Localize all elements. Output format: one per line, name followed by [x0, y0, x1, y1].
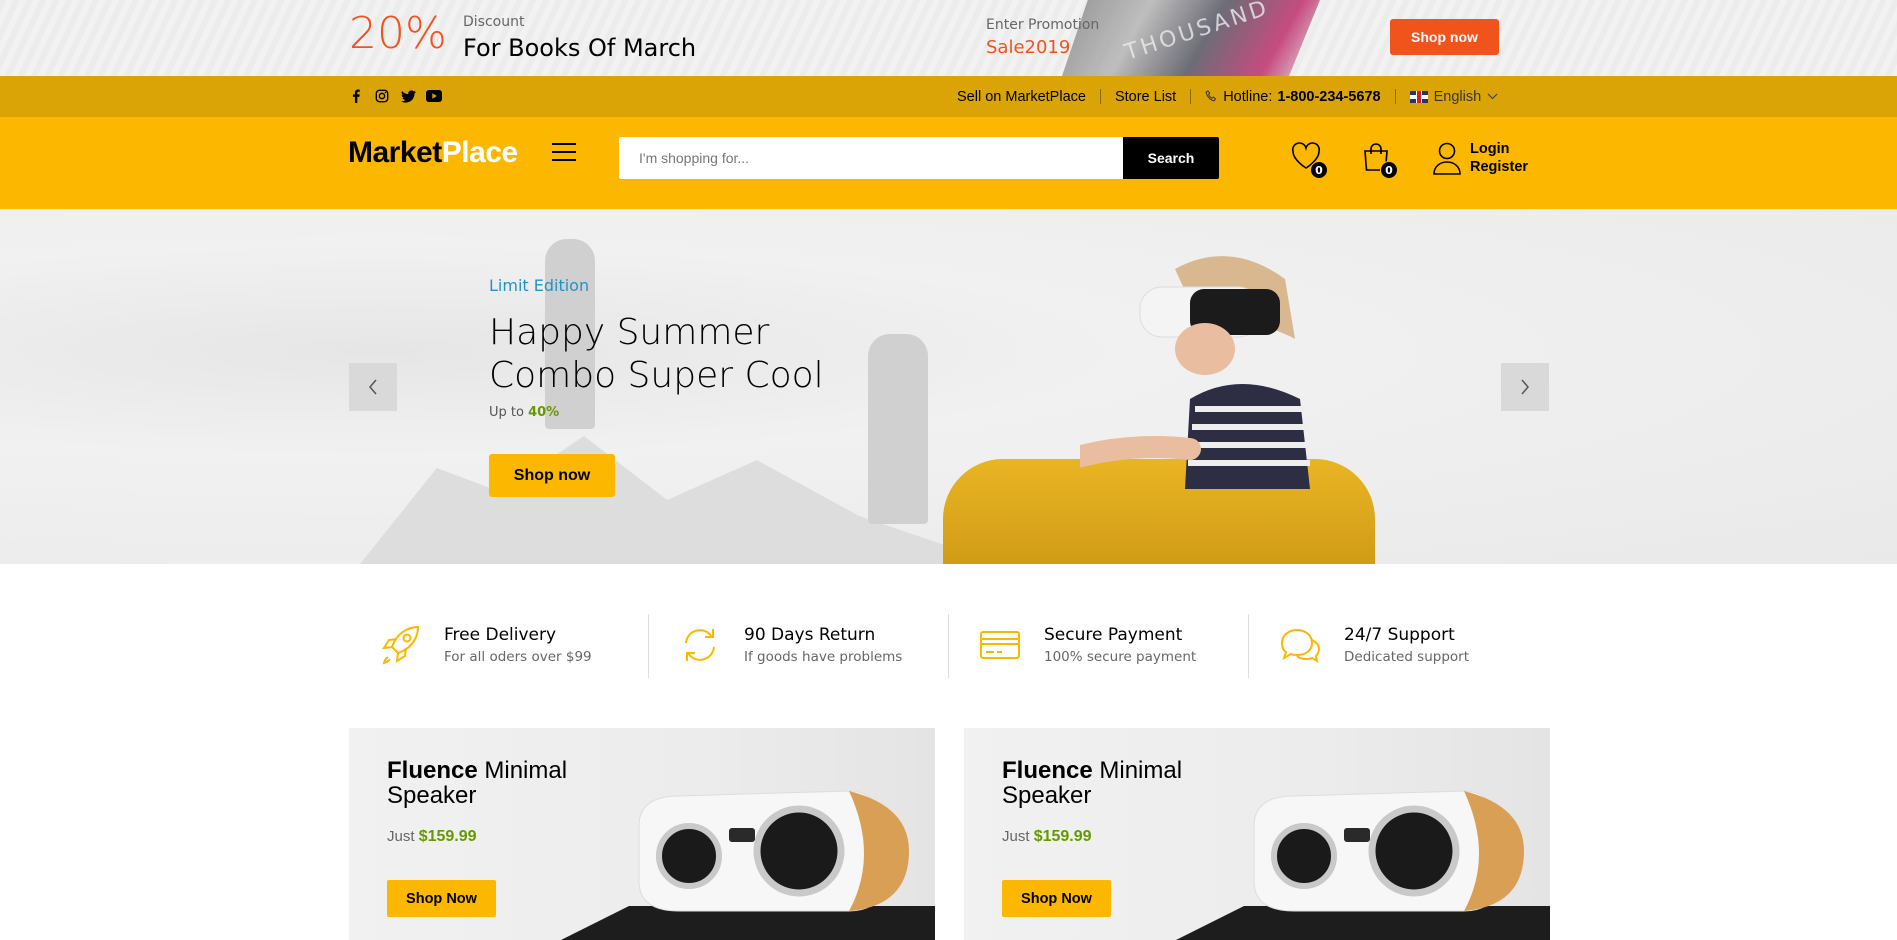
divider	[1099, 89, 1101, 104]
hero-next-button[interactable]	[1501, 363, 1549, 411]
uk-flag-icon	[1409, 90, 1428, 103]
credit-card-icon	[980, 631, 1020, 659]
card-shop-button[interactable]: Shop Now	[387, 880, 496, 917]
hero-shop-button[interactable]: Shop now	[489, 454, 615, 497]
feature-item: 24/7 Support Dedicated support	[1248, 612, 1548, 678]
feature-subtitle: Dedicated support	[1344, 649, 1470, 665]
promo-card[interactable]: Fluence Minimal Speaker Just $159.99 Sho…	[349, 728, 935, 940]
cart-button[interactable]: 0	[1360, 141, 1398, 179]
card-price-label: Just	[1002, 828, 1030, 845]
user-icon	[1433, 142, 1461, 175]
sell-link[interactable]: Sell on MarketPlace	[957, 89, 1086, 105]
card-title: Fluence Minimal Speaker	[1002, 758, 1182, 808]
feature-title: 24/7 Support	[1344, 625, 1455, 645]
promo-banner: 20% Discount For Books Of March THOUSAND…	[0, 0, 1897, 76]
feature-subtitle: For all oders over $99	[444, 649, 592, 665]
chat-icon	[1280, 628, 1321, 664]
card-price: Just $159.99	[387, 828, 477, 846]
card-name-line2: Speaker	[387, 782, 477, 809]
feature-subtitle: If goods have problems	[744, 649, 903, 665]
main-header: MarketPlace Search 0 0 Login Register	[0, 117, 1897, 209]
site-logo[interactable]: MarketPlace	[348, 136, 518, 170]
speaker-image	[638, 790, 909, 912]
promo-card[interactable]: Fluence Minimal Speaker Just $159.99 Sho…	[964, 728, 1550, 940]
card-name-line2: Speaker	[1002, 782, 1092, 809]
login-link[interactable]: Login	[1470, 140, 1528, 158]
facebook-icon[interactable]	[348, 88, 364, 104]
hero-prev-button[interactable]	[349, 363, 397, 411]
chevron-left-icon	[369, 379, 377, 395]
card-name: Minimal	[1099, 757, 1183, 784]
hero-vr-woman-image	[1080, 256, 1310, 489]
card-name: Minimal	[484, 757, 568, 784]
logo-place: Place	[441, 136, 518, 169]
hero-upto-label: Up to	[489, 405, 524, 420]
feature-title: Secure Payment	[1044, 625, 1183, 645]
feature-item: Free Delivery For all oders over $99	[348, 612, 648, 678]
promo-book-image: THOUSAND	[1062, 0, 1320, 76]
promo-discount-text: For Books Of March	[463, 34, 697, 62]
account-area: Login Register	[1432, 140, 1528, 176]
hotline-number[interactable]: 1-800-234-5678	[1277, 89, 1380, 105]
logo-market: Market	[348, 136, 442, 169]
promo-enter-label: Enter Promotion	[986, 17, 1100, 33]
wishlist-button[interactable]: 0	[1290, 141, 1328, 179]
hero-tag: Limit Edition	[489, 276, 590, 295]
feature-list: Free Delivery For all oders over $99 90 …	[348, 612, 1548, 678]
card-price-value: $159.99	[418, 828, 477, 845]
card-title: Fluence Minimal Speaker	[387, 758, 567, 808]
feature-title: Free Delivery	[444, 625, 557, 645]
hero-title-line1: Happy Summer	[489, 312, 770, 353]
social-links	[348, 88, 442, 104]
instagram-icon[interactable]	[374, 88, 390, 104]
top-navigation: Sell on MarketPlace Store List Hotline: …	[0, 76, 1897, 117]
divider	[1190, 89, 1192, 104]
search-button[interactable]: Search	[1123, 137, 1219, 179]
hero-title: Happy Summer Combo Super Cool	[489, 311, 824, 397]
search-input[interactable]	[619, 137, 1123, 179]
feature-item: 90 Days Return If goods have problems	[648, 612, 948, 678]
divider	[1394, 89, 1396, 104]
card-price-label: Just	[387, 828, 415, 845]
promo-discount-label: Discount	[463, 14, 525, 30]
card-price-value: $159.99	[1033, 828, 1092, 845]
rocket-icon	[382, 625, 420, 665]
speaker-image	[1253, 790, 1524, 912]
hero-background-figure	[868, 334, 928, 524]
menu-icon[interactable]	[552, 143, 576, 167]
card-brand: Fluence	[387, 757, 478, 784]
hero-upto-value: 40%	[528, 405, 560, 420]
top-links: Sell on MarketPlace Store List Hotline: …	[957, 76, 1498, 117]
feature-subtitle: 100% secure payment	[1044, 649, 1197, 665]
register-link[interactable]: Register	[1470, 158, 1528, 176]
cart-count: 0	[1380, 161, 1398, 179]
language-label: English	[1433, 88, 1482, 105]
phone-icon	[1205, 90, 1218, 103]
card-price: Just $159.99	[1002, 828, 1092, 846]
wishlist-count: 0	[1310, 161, 1328, 179]
youtube-icon[interactable]	[426, 88, 442, 104]
card-shop-button[interactable]: Shop Now	[1002, 880, 1111, 917]
feature-item: Secure Payment 100% secure payment	[948, 612, 1248, 678]
feature-title: 90 Days Return	[744, 625, 876, 645]
promo-shop-button[interactable]: Shop now	[1390, 19, 1499, 55]
chevron-right-icon	[1521, 379, 1529, 395]
store-list-link[interactable]: Store List	[1115, 89, 1176, 105]
hero-title-line2: Combo Super Cool	[489, 355, 824, 396]
twitter-icon[interactable]	[400, 88, 416, 104]
language-selector[interactable]: English	[1409, 88, 1499, 105]
promo-percent: 20%	[349, 8, 447, 59]
refresh-icon	[685, 629, 715, 661]
card-brand: Fluence	[1002, 757, 1093, 784]
search-bar: Search	[619, 137, 1219, 179]
hotline-label: Hotline:	[1223, 88, 1273, 105]
hero-slider: Limit Edition Happy Summer Combo Super C…	[0, 209, 1897, 564]
chevron-down-icon	[1487, 93, 1498, 100]
hero-discount: Up to 40%	[489, 405, 559, 420]
promo-code: Sale2019	[986, 37, 1071, 58]
